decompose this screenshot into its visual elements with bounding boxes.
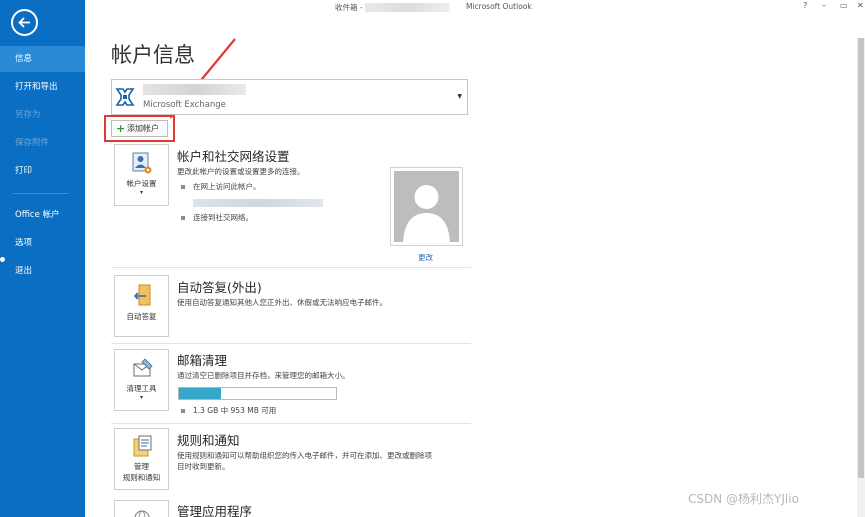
nav-save-attachments[interactable]: 保存附件 (0, 130, 85, 156)
redacted-web-link[interactable] (193, 199, 323, 207)
person-silhouette-icon (403, 185, 450, 242)
auto-reply-label: 自动答复 (126, 312, 157, 321)
window-title-app: Microsoft Outlook (466, 2, 532, 11)
highlight-box (104, 115, 175, 142)
mailbox-usage-fill (179, 388, 222, 399)
bullet-icon (181, 409, 185, 413)
section-divider (111, 343, 471, 344)
rules-icon (133, 435, 152, 457)
auto-reply-title: 自动答复(外出) (177, 280, 262, 295)
mailbox-usage-text: 1.3 GB 中 953 MB 可用 (193, 406, 277, 415)
auto-reply-icon (133, 284, 151, 306)
restore-button[interactable]: ▭ (840, 1, 848, 10)
window-title-folder: 收件箱 - (335, 3, 363, 12)
exchange-icon (115, 88, 135, 106)
section-divider (111, 423, 471, 424)
account-type: Microsoft Exchange (143, 100, 226, 110)
account-selector[interactable]: Microsoft Exchange ▼ (111, 79, 468, 115)
account-settings-desc: 更改此帐户的设置或设置更多的连接。 (177, 167, 305, 176)
bullet-web-access: 在网上访问此帐户。 (181, 181, 261, 192)
redacted-account-email (143, 84, 246, 95)
rules-desc-2: 目时收到更新。 (177, 462, 230, 471)
nav-exit[interactable]: 退出 (0, 258, 85, 284)
watermark: CSDN @杨利杰YJlio (688, 492, 799, 506)
nav-options[interactable]: 选项 (0, 230, 85, 256)
vertical-scrollbar[interactable] (857, 38, 865, 517)
close-button[interactable]: ✕ (857, 1, 864, 10)
bullet-icon (181, 185, 185, 189)
nav-print[interactable]: 打印 (0, 158, 85, 184)
profile-photo[interactable] (390, 167, 463, 246)
manage-rules-tile[interactable]: 管理 规则和通知 (114, 428, 169, 490)
arrow-left-icon (18, 17, 30, 28)
auto-reply-desc: 使用自动答复通知其他人您正外出、休假或无法响应电子邮件。 (177, 298, 387, 307)
account-settings-tile[interactable]: 帐户设置 ▾ (114, 144, 169, 206)
triangle-down-icon[interactable]: ▼ (457, 93, 462, 100)
edge-marker (0, 257, 5, 262)
manage-rules-label-1: 管理 (134, 462, 149, 471)
change-photo-link[interactable]: 更改 (418, 252, 433, 263)
manage-apps-tile[interactable] (114, 500, 169, 517)
nav-open-export[interactable]: 打开和导出 (0, 74, 85, 100)
bullet-icon (181, 216, 185, 220)
help-button[interactable]: ? (803, 1, 807, 10)
redacted-account-name (365, 3, 450, 12)
title-bar: 收件箱 - Microsoft Outlook ? – ▭ ✕ (85, 0, 865, 14)
mailbox-cleanup-desc: 通过清空已删除项目并存档，来管理您的邮箱大小。 (177, 371, 350, 380)
back-button[interactable] (11, 9, 38, 36)
scrollbar-thumb[interactable] (858, 38, 864, 478)
cleanup-tools-label: 清理工具 (126, 384, 157, 393)
manage-apps-title: 管理应用程序 (177, 504, 253, 517)
cleanup-tools-icon (133, 358, 153, 377)
bullet-social: 连接到社交网络。 (181, 212, 253, 223)
section-divider (111, 267, 471, 268)
nav-divider (13, 193, 69, 194)
cleanup-tools-tile[interactable]: 清理工具 ▾ (114, 349, 169, 411)
account-settings-label: 帐户设置 (126, 179, 157, 188)
backstage-sidebar: 信息 打开和导出 另存为 保存附件 打印 Office 帐户 选项 退出 (0, 0, 85, 517)
rules-desc-1: 使用规则和通知可以帮助组织您的传入电子邮件，并可在添加、更改或删除项 (177, 451, 432, 460)
manage-rules-label-2: 规则和通知 (122, 473, 161, 482)
caret-down-icon: ▾ (139, 189, 143, 196)
nav-save-as[interactable]: 另存为 (0, 102, 85, 128)
account-settings-icon (132, 152, 152, 174)
nav-info[interactable]: 信息 (0, 46, 85, 72)
bullet-social-text: 连接到社交网络。 (193, 213, 253, 222)
account-settings-title: 帐户和社交网络设置 (177, 149, 290, 164)
caret-down-icon: ▾ (139, 394, 143, 401)
rules-title: 规则和通知 (177, 433, 240, 448)
minimize-button[interactable]: – (822, 1, 826, 10)
nav-office-account[interactable]: Office 帐户 (0, 202, 85, 228)
mailbox-cleanup-title: 邮箱清理 (177, 353, 228, 368)
auto-reply-tile[interactable]: 自动答复 (114, 275, 169, 337)
globe-icon (134, 510, 150, 517)
mailbox-usage-bar (178, 387, 337, 400)
mailbox-usage: 1.3 GB 中 953 MB 可用 (181, 405, 276, 416)
bullet-web-access-text: 在网上访问此帐户。 (193, 182, 261, 191)
